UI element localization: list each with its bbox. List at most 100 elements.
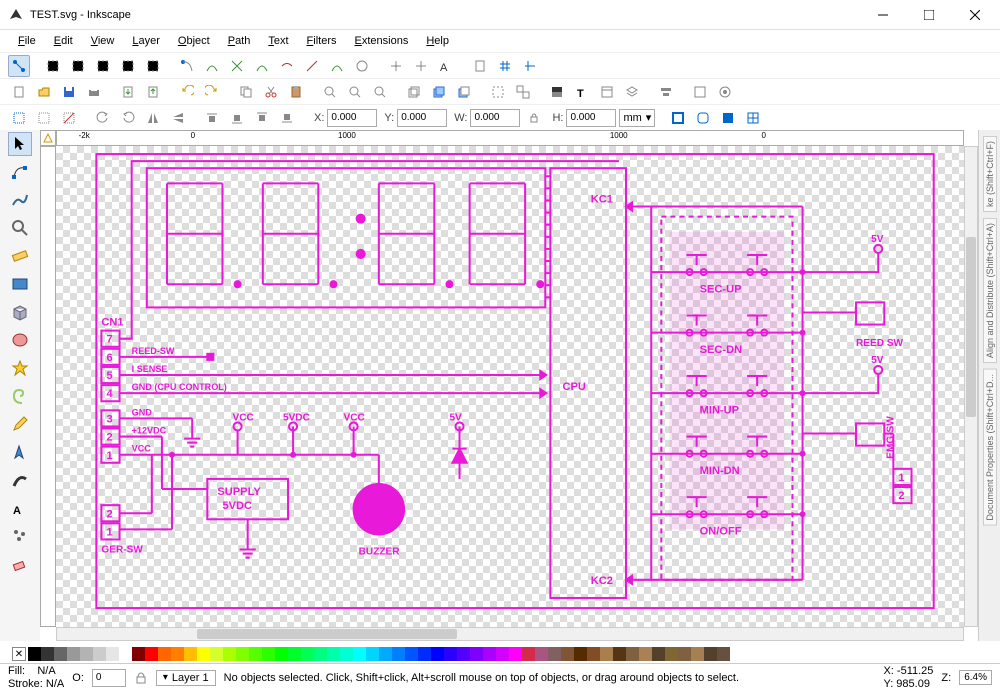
open-icon[interactable] (33, 81, 55, 103)
swatch[interactable] (41, 647, 54, 661)
pencil-tool-icon[interactable] (8, 412, 32, 436)
rotate-cw-icon[interactable] (117, 107, 139, 129)
snap-midpoint-icon[interactable] (117, 55, 139, 77)
raise-icon[interactable] (226, 107, 248, 129)
swatch[interactable] (548, 647, 561, 661)
xml-icon[interactable] (596, 81, 618, 103)
menu-filters[interactable]: Filters (299, 33, 345, 49)
raise-top-icon[interactable] (201, 107, 223, 129)
flip-v-icon[interactable] (167, 107, 189, 129)
select-tool-icon[interactable] (8, 132, 32, 156)
canvas[interactable]: CPU CN1 7 6 5 4 3 2 1 REED-SW (56, 146, 964, 627)
ruler-vertical[interactable] (40, 146, 56, 627)
snap-text-icon[interactable]: A (435, 55, 457, 77)
swatch[interactable] (223, 647, 236, 661)
swatch[interactable] (145, 647, 158, 661)
print-icon[interactable] (83, 81, 105, 103)
zoom-draw-icon[interactable] (344, 81, 366, 103)
select-all-icon[interactable] (8, 107, 30, 129)
snap-center2-icon[interactable] (385, 55, 407, 77)
zoom-input[interactable]: 6.4% (959, 670, 992, 685)
swatch[interactable] (93, 647, 106, 661)
swatch[interactable] (288, 647, 301, 661)
swatch[interactable] (405, 647, 418, 661)
menu-layer[interactable]: Layer (124, 33, 168, 49)
import-icon[interactable] (117, 81, 139, 103)
fill-dialog-icon[interactable] (546, 81, 568, 103)
swatch[interactable] (561, 647, 574, 661)
color-palette[interactable]: ✕ (12, 645, 978, 663)
swatch[interactable] (119, 647, 132, 661)
text-tool-icon[interactable]: A (8, 496, 32, 520)
snap-rot-icon[interactable] (410, 55, 432, 77)
swatch[interactable] (171, 647, 184, 661)
swatch[interactable] (535, 647, 548, 661)
calligraphy-tool-icon[interactable] (8, 468, 32, 492)
swatch[interactable] (600, 647, 613, 661)
snap-path-icon[interactable] (201, 55, 223, 77)
flip-h-icon[interactable] (142, 107, 164, 129)
swatch[interactable] (262, 647, 275, 661)
ungroup-icon[interactable] (512, 81, 534, 103)
w-input[interactable]: 0.000 (470, 109, 520, 127)
ruler-corner[interactable] (40, 130, 56, 146)
save-icon[interactable] (58, 81, 80, 103)
swatch[interactable] (158, 647, 171, 661)
affect-pattern-icon[interactable] (742, 107, 764, 129)
menu-object[interactable]: Object (170, 33, 218, 49)
affect-stroke-icon[interactable] (667, 107, 689, 129)
copy-icon[interactable] (235, 81, 257, 103)
lock-layer-icon[interactable] (134, 671, 148, 685)
snap-line-icon[interactable] (301, 55, 323, 77)
swatch[interactable] (210, 647, 223, 661)
align-dialog-icon[interactable] (655, 81, 677, 103)
swatch[interactable] (379, 647, 392, 661)
tweak-tool-icon[interactable] (8, 188, 32, 212)
prefs-icon[interactable] (689, 81, 711, 103)
swatch[interactable] (444, 647, 457, 661)
swatch[interactable] (470, 647, 483, 661)
swatch[interactable] (106, 647, 119, 661)
snap-smooth-icon[interactable] (276, 55, 298, 77)
swatch[interactable] (613, 647, 626, 661)
export-icon[interactable] (142, 81, 164, 103)
maximize-button[interactable] (906, 0, 952, 29)
menu-edit[interactable]: Edit (46, 33, 81, 49)
text-dialog-icon[interactable]: T (571, 81, 593, 103)
deselect-icon[interactable] (58, 107, 80, 129)
panel-align[interactable]: Align and Distribute (Shift+Ctrl+A) (983, 218, 997, 363)
rect-tool-icon[interactable] (8, 272, 32, 296)
swatch[interactable] (483, 647, 496, 661)
paste-icon[interactable] (285, 81, 307, 103)
swatch[interactable] (652, 647, 665, 661)
swatch[interactable] (691, 647, 704, 661)
h-input[interactable]: 0.000 (566, 109, 616, 127)
swatch[interactable] (67, 647, 80, 661)
swatch[interactable] (496, 647, 509, 661)
menu-text[interactable]: Text (260, 33, 296, 49)
swatch[interactable] (353, 647, 366, 661)
layer-selector[interactable]: ▾Layer 1 (156, 670, 216, 686)
snap-grid-icon[interactable] (494, 55, 516, 77)
unit-combo[interactable]: mm▾ (619, 109, 655, 127)
snap-corner-icon[interactable] (92, 55, 114, 77)
menu-help[interactable]: Help (418, 33, 457, 49)
zoom-tool-icon[interactable] (8, 216, 32, 240)
snap-intersect-icon[interactable] (226, 55, 248, 77)
x-input[interactable]: 0.000 (327, 109, 377, 127)
swatch[interactable] (314, 647, 327, 661)
snap-bbox-icon[interactable] (42, 55, 64, 77)
swatch[interactable] (54, 647, 67, 661)
dup-icon[interactable] (403, 81, 425, 103)
unlink-icon[interactable] (453, 81, 475, 103)
scrollbar-horizontal[interactable] (56, 627, 964, 641)
swatch[interactable] (717, 647, 730, 661)
group-icon[interactable] (487, 81, 509, 103)
new-icon[interactable] (8, 81, 30, 103)
lower-bottom-icon[interactable] (276, 107, 298, 129)
pen-tool-icon[interactable] (8, 440, 32, 464)
undo-icon[interactable] (176, 81, 198, 103)
circle-tool-icon[interactable] (8, 328, 32, 352)
clone-icon[interactable] (428, 81, 450, 103)
snap-enable-icon[interactable] (8, 55, 30, 77)
